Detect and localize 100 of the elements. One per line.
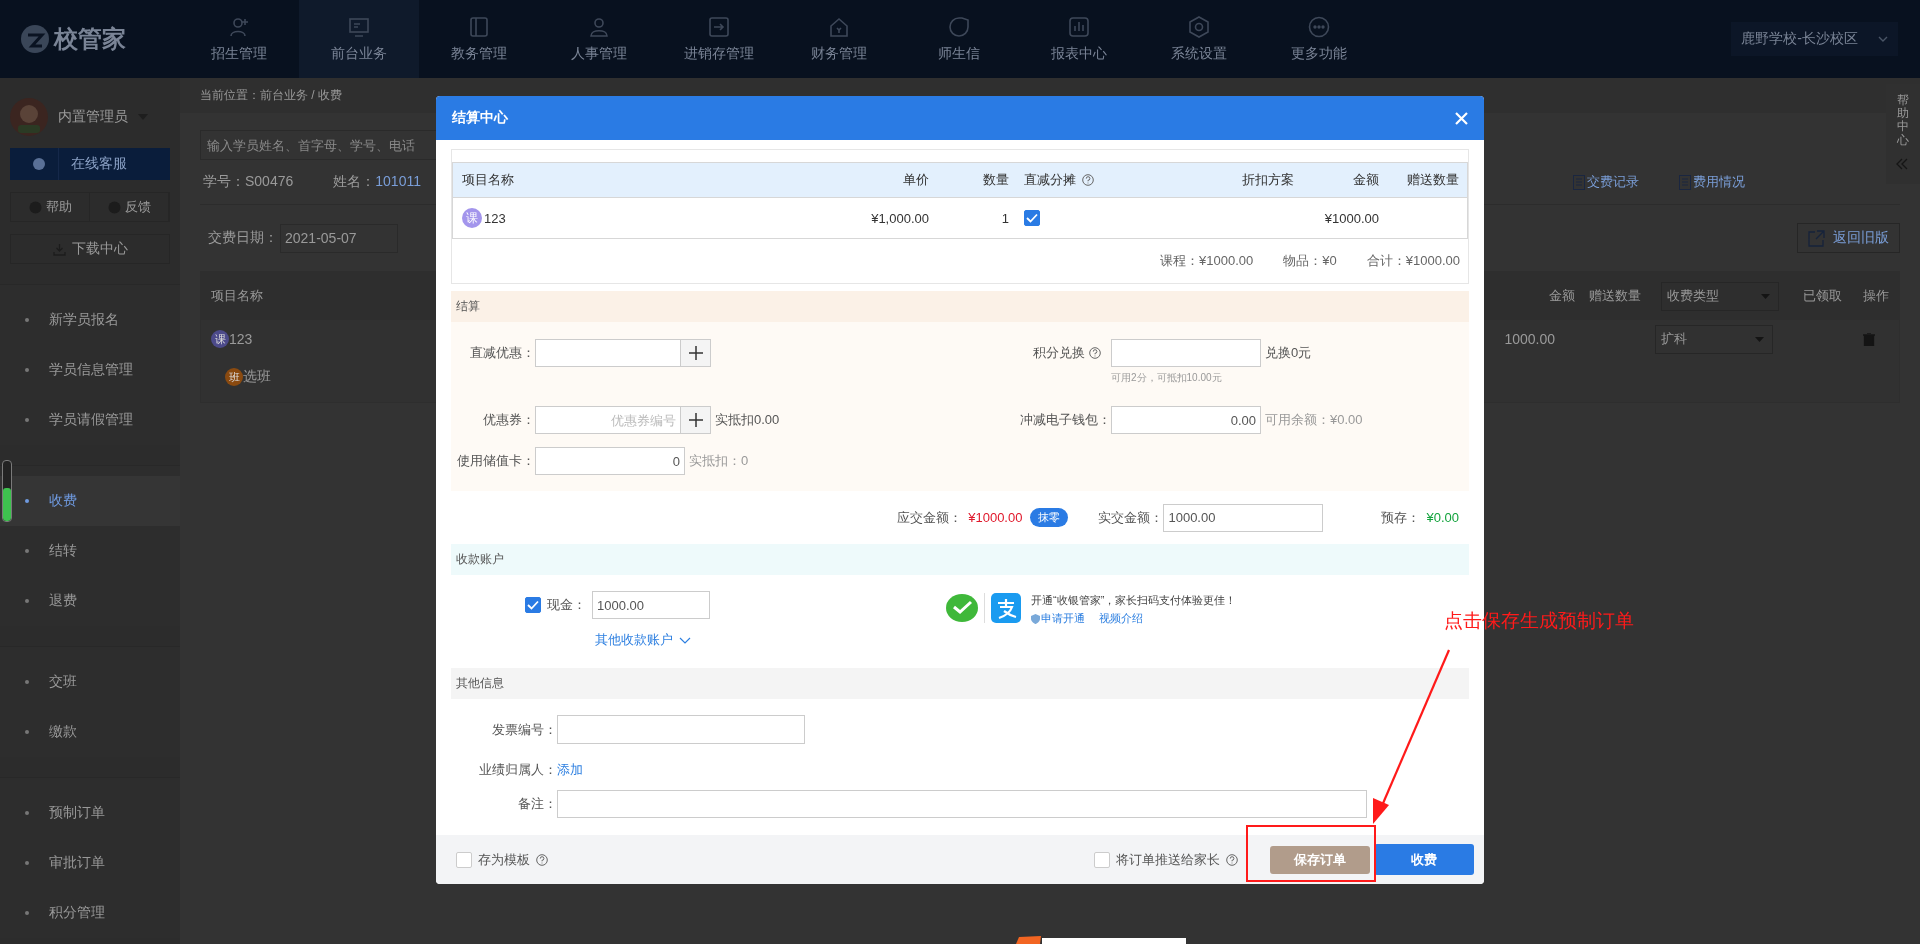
record-link[interactable]: 费用情况 — [1679, 173, 1745, 191]
charge-type-select[interactable]: 扩科 — [1655, 324, 1773, 354]
summary-text: 物品：¥0 — [1283, 252, 1337, 270]
plus-icon — [688, 413, 703, 427]
column-header: 折扣方案 — [1241, 171, 1294, 189]
record-link[interactable]: 交费记录 — [1573, 173, 1639, 191]
nav-tab[interactable]: 进销存管理 — [659, 0, 779, 78]
charge-button[interactable]: 收费 — [1374, 844, 1474, 875]
close-icon[interactable] — [1455, 111, 1468, 125]
sidebar-item[interactable]: 退费 — [0, 576, 180, 626]
sidebar-item[interactable]: 收费 — [0, 476, 180, 526]
add-owner-link[interactable]: 添加 — [557, 761, 583, 779]
section-header: 其他信息 — [451, 668, 1469, 699]
due-label: 应交金额： — [897, 508, 963, 527]
shield-icon — [1031, 613, 1040, 624]
nav-tab[interactable]: 人事管理 — [539, 0, 659, 78]
discount-field[interactable] — [535, 339, 681, 367]
sidebar-item[interactable]: 学员信息管理 — [0, 345, 180, 395]
more-icon — [1308, 15, 1330, 38]
sidebar-item[interactable]: 审批订单 — [0, 838, 180, 888]
points-field[interactable] — [1111, 339, 1261, 367]
nav-tab[interactable]: 报表中心 — [1019, 0, 1139, 78]
other-accounts-link[interactable]: 其他收款账户 — [595, 631, 691, 649]
wallet-field[interactable]: 0.00 — [1111, 406, 1261, 434]
sidebar-item[interactable]: 预制订单 — [0, 788, 180, 838]
nav-tab[interactable]: 更多功能 — [1259, 0, 1379, 78]
field-label: 冲减电子钱包： — [1019, 411, 1111, 429]
promo-text: 开通“收银管家”，家长扫码支付体验更佳！ — [1031, 593, 1237, 608]
user-name[interactable]: 内置管理员 — [58, 108, 128, 126]
column-header: 金额 — [1352, 171, 1379, 189]
sidebar-item[interactable]: 新学员报名 — [0, 295, 180, 345]
nav-tab[interactable]: 系统设置 — [1139, 0, 1259, 78]
note-field[interactable] — [557, 790, 1367, 818]
due-amount: ¥1000.00 — [968, 510, 1023, 525]
course-badge: 课 — [462, 208, 482, 228]
date-field[interactable]: 2021-05-07 — [280, 223, 398, 253]
field-label: 发票编号： — [491, 720, 557, 739]
apply-link[interactable]: 申请开通 — [1031, 611, 1085, 626]
checkbox[interactable] — [525, 597, 541, 613]
download-center-button[interactable]: 下载中心 — [10, 234, 170, 264]
quantity-cell-text: 1 — [1000, 210, 1009, 226]
paid-field[interactable]: 1000.00 — [1163, 503, 1324, 532]
checkbox[interactable] — [1094, 851, 1110, 868]
save-order-button[interactable]: 保存订单 — [1270, 845, 1370, 874]
nav-tab[interactable]: 师生信 — [899, 0, 1019, 78]
invoice-field[interactable] — [557, 715, 805, 744]
person-plus-icon — [228, 15, 250, 38]
help-button[interactable]: 帮助 — [11, 193, 90, 221]
book-icon — [468, 15, 490, 38]
campus-select[interactable]: 鹿野学校-长沙校区 — [1731, 22, 1898, 56]
monitor-icon — [348, 15, 370, 38]
chat-icon — [948, 15, 970, 38]
chevron-down-icon — [679, 636, 691, 644]
chevron-down-icon[interactable] — [1878, 36, 1888, 42]
charge-type-select[interactable]: 收费类型 — [1661, 281, 1779, 311]
field-label: 优惠券： — [482, 411, 535, 429]
sidebar-item[interactable]: 积分管理 — [0, 888, 180, 938]
video-link[interactable]: 视频介绍 — [1099, 611, 1143, 626]
add-button[interactable] — [681, 339, 711, 367]
nav-tab[interactable]: 教务管理 — [419, 0, 539, 78]
external-link-icon — [1808, 229, 1825, 247]
column-header: 项目名称 — [461, 171, 515, 189]
coupon-field[interactable]: 优惠券编号 — [535, 406, 681, 434]
sidebar-item[interactable]: 学员请假管理 — [0, 395, 180, 445]
sidebar-item[interactable]: 交班 — [0, 657, 180, 707]
stored-card-field[interactable]: 0 — [535, 447, 685, 475]
arrow-box-icon — [708, 15, 730, 38]
checkbox[interactable] — [456, 851, 472, 868]
avatar — [10, 98, 48, 136]
summary-text: 课程：¥1000.00 — [1160, 252, 1254, 270]
column-header: 直减分摊 — [1024, 171, 1076, 189]
old-version-button[interactable]: 返回旧版 — [1797, 223, 1900, 253]
nav-tab[interactable]: 招生管理 — [179, 0, 299, 78]
add-button[interactable] — [681, 406, 711, 434]
field-label: 备注： — [517, 795, 557, 813]
field-label: 现金： — [547, 596, 586, 614]
checkbox[interactable] — [1024, 210, 1040, 226]
cash-field[interactable]: 1000.00 — [592, 591, 710, 619]
logo-text: 校管家 — [54, 24, 126, 54]
sidebar-item[interactable]: 结转 — [0, 526, 180, 576]
amount-cell: 1000.00 — [1504, 331, 1555, 347]
feedback-button[interactable]: 反馈 — [90, 193, 169, 221]
logo-icon — [20, 24, 50, 54]
nav-tab[interactable]: 财务管理 — [779, 0, 899, 78]
caret-icon — [1755, 336, 1764, 342]
field-label: 积分兑换 — [1033, 344, 1085, 362]
sidebar-item[interactable]: 缴款 — [0, 707, 180, 757]
collapse-icon[interactable] — [1896, 158, 1908, 170]
column-header: 金额 — [1549, 287, 1576, 305]
name-label: 姓名： — [333, 173, 376, 189]
delete-icon[interactable] — [1863, 332, 1875, 346]
student-name-link[interactable]: 101011 — [375, 173, 421, 189]
online-service-button[interactable]: 在线客服 — [10, 148, 170, 180]
prestore-amount: ¥0.00 — [1426, 510, 1459, 525]
nav-tab[interactable]: 前台业务 — [299, 0, 419, 78]
column-header: 数量 — [982, 171, 1009, 189]
column-header: 项目名称 — [211, 287, 263, 305]
settings-icon — [1188, 15, 1210, 38]
round-off-button[interactable]: 抹零 — [1030, 508, 1069, 527]
person-icon — [588, 15, 610, 38]
